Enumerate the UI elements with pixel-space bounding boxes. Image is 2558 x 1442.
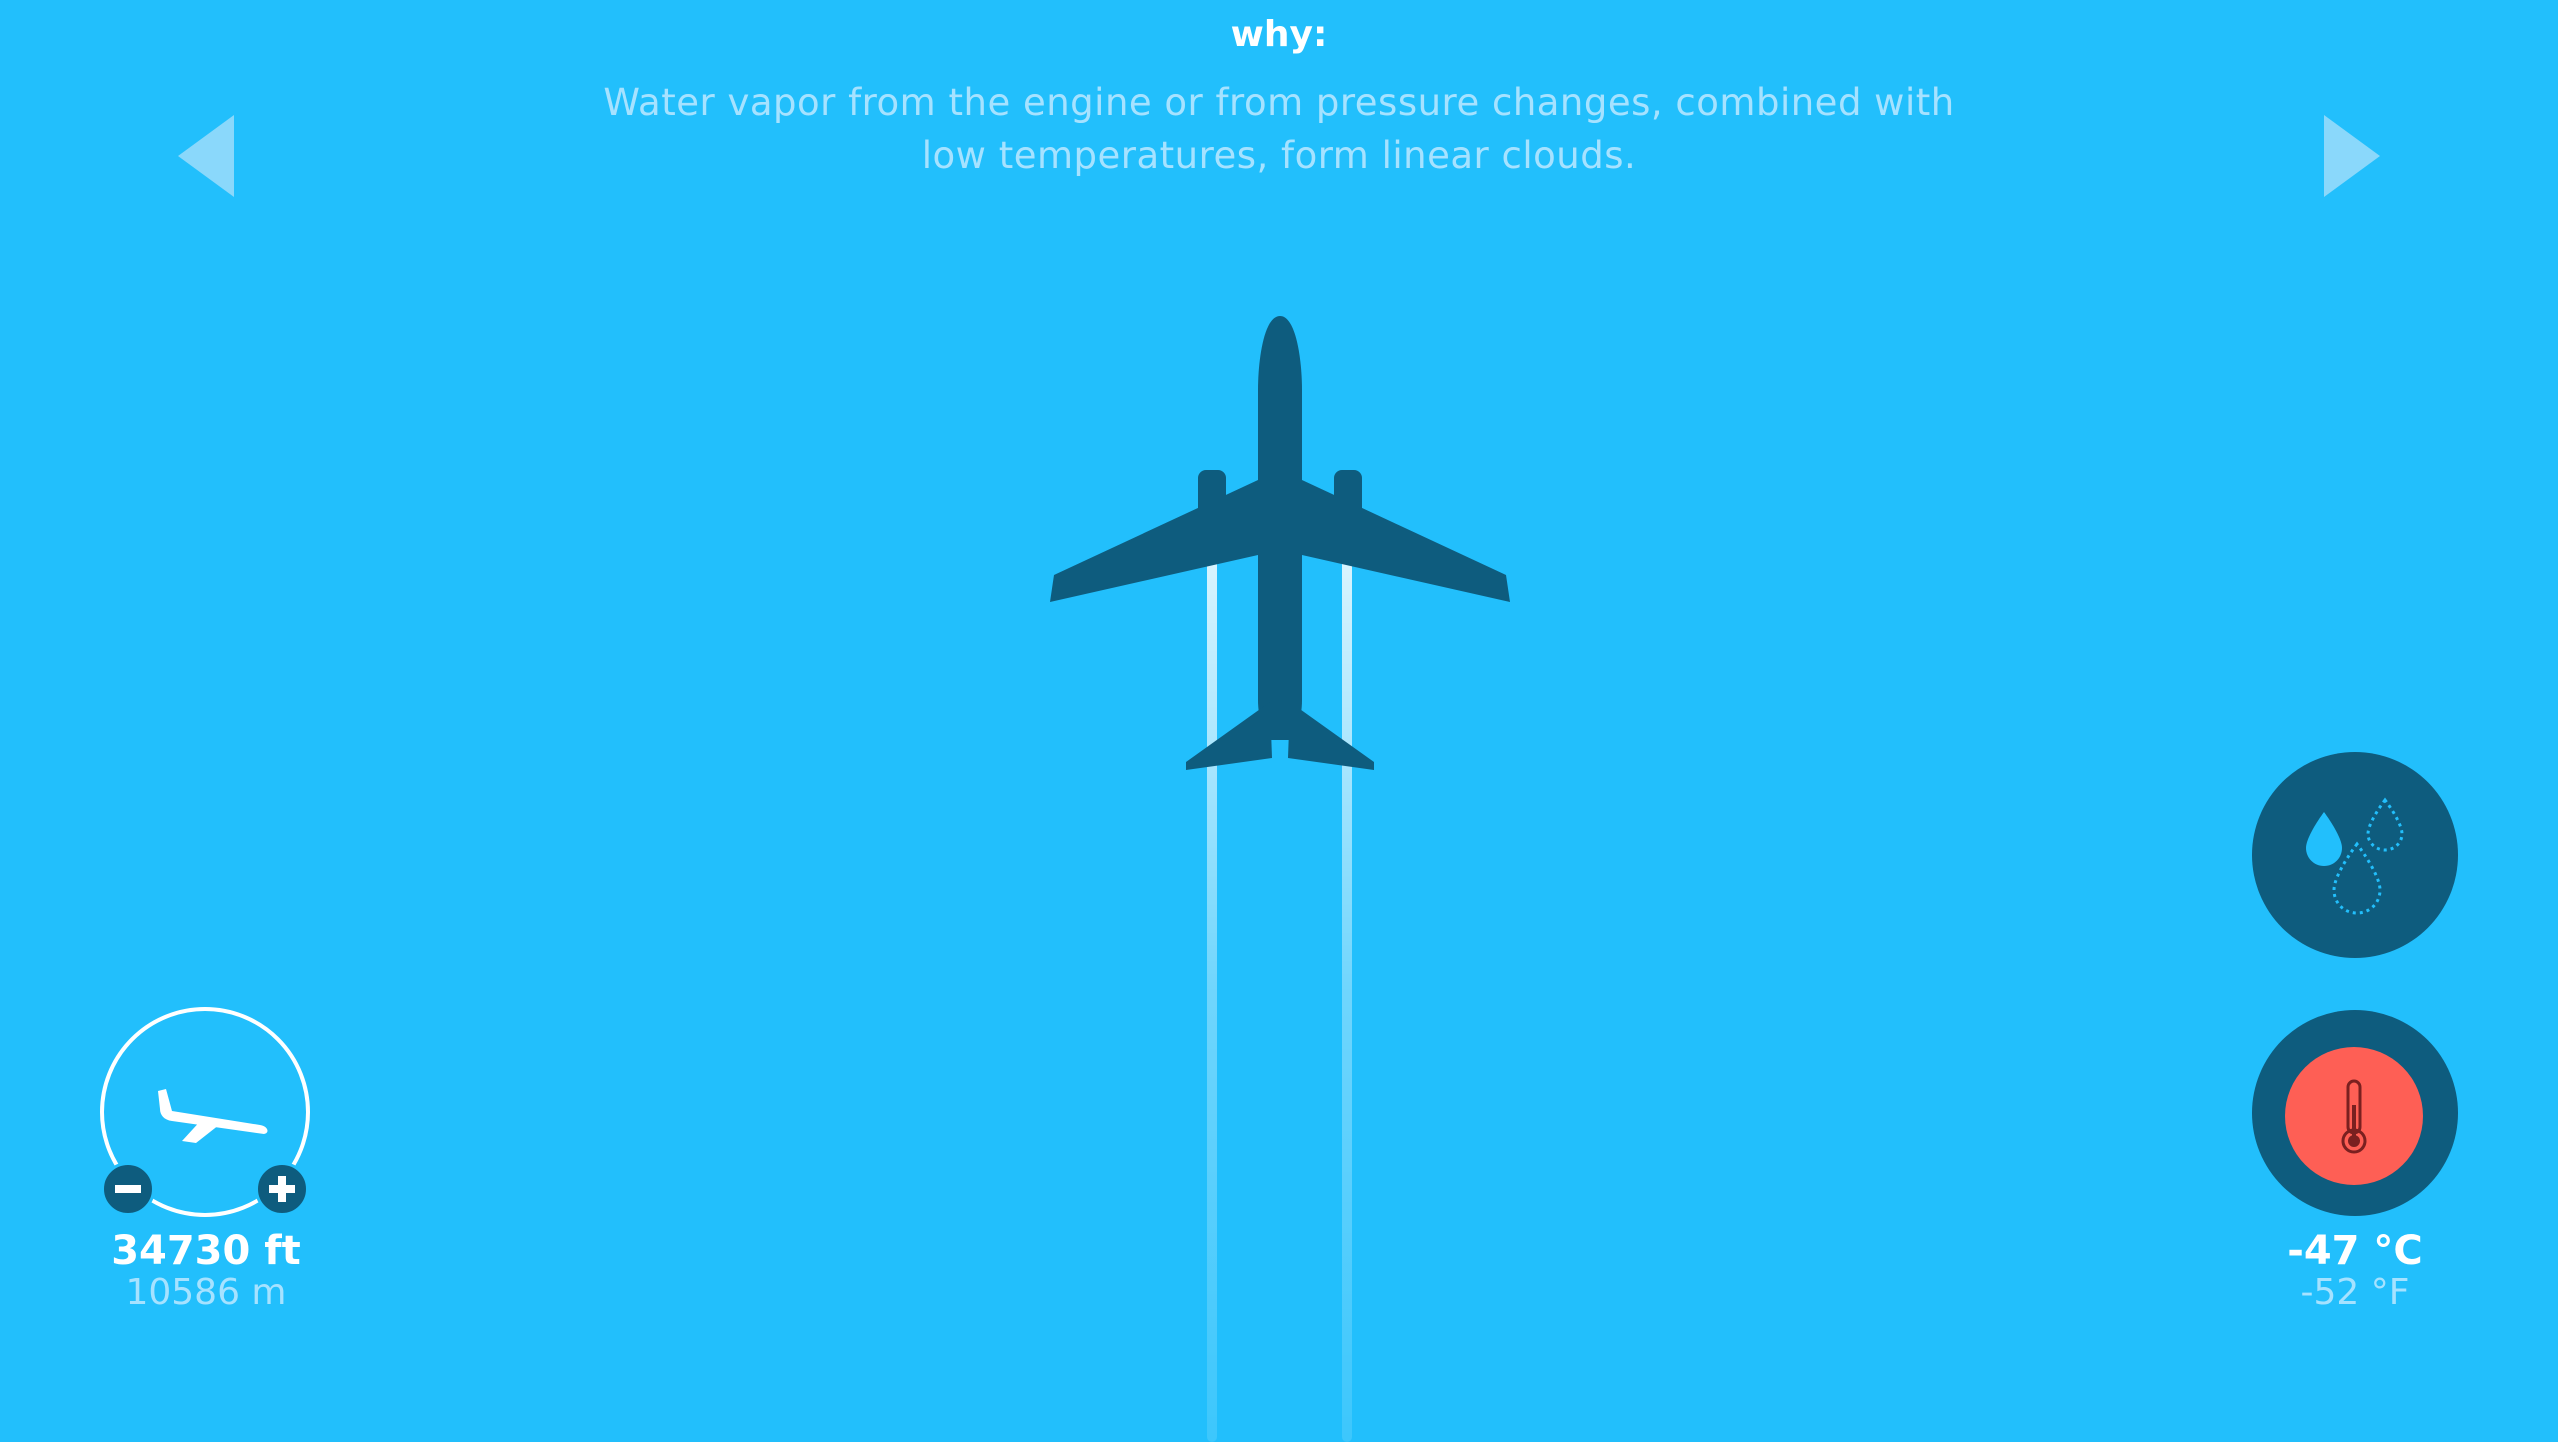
minus-icon [115,1185,141,1193]
temperature-button[interactable] [2252,1010,2458,1216]
airplane-top-view-icon [1040,300,1520,784]
previous-button[interactable] [176,113,236,199]
water-drops-icon [2306,797,2404,915]
altitude-meters: 10586 m [125,1272,287,1313]
temperature-celsius: -47 °C [2287,1228,2423,1274]
decrease-altitude-button[interactable] [101,1162,155,1216]
temperature-active-indicator [2285,1047,2423,1185]
contrail-simulator-screen: why: Water vapor from the engine or from… [0,0,2558,1442]
triangle-right-icon [2324,115,2380,197]
why-heading: why: [1230,14,1328,55]
temperature-fahrenheit: -52 °F [2300,1272,2410,1313]
increase-altitude-button[interactable] [255,1162,309,1216]
humidity-button[interactable] [2252,752,2458,958]
plus-icon [269,1176,295,1202]
triangle-left-icon [178,115,234,197]
next-button[interactable] [2322,113,2382,199]
why-explanation-text: Water vapor from the engine or from pres… [603,81,1955,177]
altitude-feet: 34730 ft [111,1228,301,1274]
thermometer-icon [2341,1079,2367,1154]
airplane-descending-icon [158,1089,268,1143]
